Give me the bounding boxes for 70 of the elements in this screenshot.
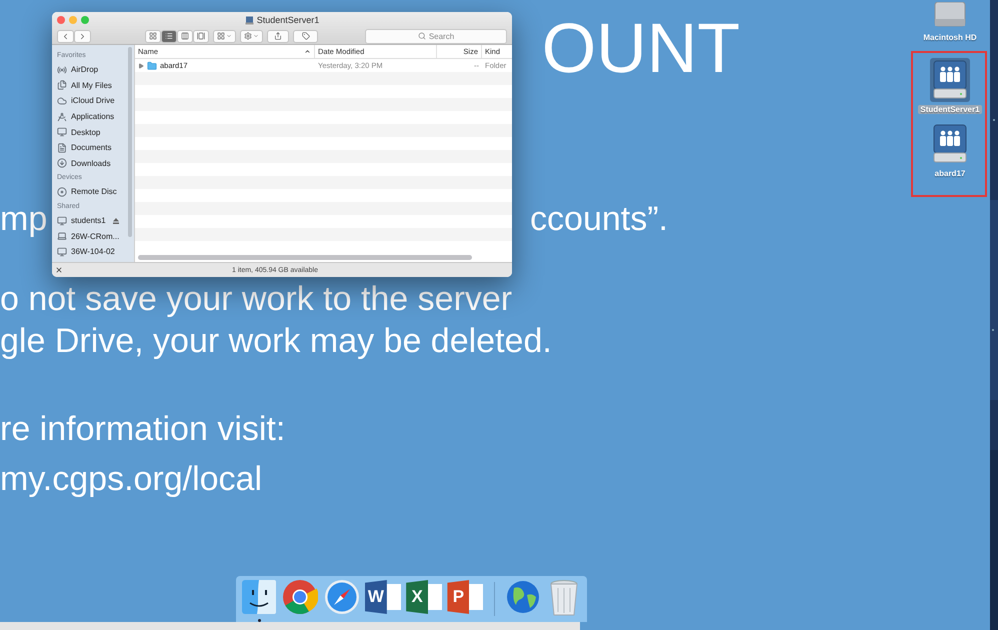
sidebar-item[interactable]: 26W-CRom...: [57, 228, 134, 244]
slide-text: mp: [0, 200, 48, 240]
slide-title: OUNT: [542, 8, 740, 88]
close-icon[interactable]: [55, 266, 63, 274]
folder-icon: [147, 60, 157, 70]
back-button[interactable]: [57, 30, 74, 42]
columns-icon: [181, 32, 189, 40]
sidebar-item[interactable]: iCloud Drive: [57, 93, 134, 109]
server-icon: [244, 16, 254, 24]
eject-icon[interactable]: [112, 218, 119, 224]
share-icon: [274, 32, 282, 40]
smiling-face-icon[interactable]: [241, 579, 278, 615]
color-wheel-icon[interactable]: [282, 579, 318, 615]
sidebar-item[interactable]: Applications: [57, 108, 134, 124]
slide-text: ccounts”.: [530, 200, 668, 240]
network-drive-icon[interactable]: [932, 60, 968, 100]
column-view-button[interactable]: [177, 30, 193, 42]
chevron-right-icon: [78, 32, 87, 40]
search-field[interactable]: Search: [365, 28, 507, 44]
cloud-icon: [57, 96, 67, 106]
slide-text: o not save your work to the server: [0, 280, 512, 320]
sidebar-item[interactable]: Downloads: [57, 156, 134, 172]
download-icon: [57, 158, 67, 168]
sidebar-item[interactable]: Documents: [57, 140, 134, 156]
scrollbar[interactable]: [138, 255, 472, 260]
slide-text: re information visit:: [0, 410, 286, 450]
settings-button[interactable]: [240, 30, 263, 42]
arrange-button[interactable]: [213, 30, 236, 42]
radio-waves-icon: [57, 64, 67, 75]
globe-icon[interactable]: [504, 579, 541, 615]
sidebar-item[interactable]: All My Files: [57, 78, 134, 94]
tag-icon: [302, 32, 310, 40]
share-button[interactable]: [267, 30, 289, 42]
icon-view-button[interactable]: [145, 30, 161, 42]
drafting-compass-icon: [57, 112, 67, 122]
caret-icon: [226, 33, 232, 39]
slide-text: gle Drive, your work may be deleted.: [0, 322, 552, 362]
grid-icon: [149, 32, 157, 40]
sort-caret-icon: [304, 48, 311, 55]
chevron-left-icon: [61, 32, 70, 40]
close-button[interactable]: [57, 16, 65, 24]
monitor-icon: [57, 216, 67, 226]
grid-icon: [217, 32, 225, 40]
settings-icon: [244, 32, 252, 40]
monitor-icon: [57, 246, 67, 257]
compass-icon[interactable]: [324, 579, 360, 615]
sidebar-item[interactable]: 36W-104-02: [57, 244, 134, 260]
caret-icon: [253, 33, 259, 39]
tag-button[interactable]: [293, 30, 318, 42]
disc-icon: [57, 186, 67, 197]
scrollbar[interactable]: [128, 47, 132, 237]
network-drive-icon[interactable]: [932, 124, 968, 164]
running-indicator: [258, 619, 261, 622]
laptop-icon: [57, 231, 67, 242]
slide-text: my.cgps.org/local: [0, 460, 262, 500]
search-icon: [418, 32, 426, 40]
sidebar-item[interactable]: AirDrop: [57, 62, 134, 78]
window-title: StudentServer1: [256, 15, 320, 25]
gallery-icon: [197, 32, 205, 40]
sidebar-item[interactable]: Remote Disc: [57, 184, 134, 200]
list-view-button[interactable]: [161, 30, 177, 42]
gallery-view-button[interactable]: [193, 30, 209, 42]
disclosure-triangle-icon[interactable]: [138, 62, 144, 68]
monitor-icon: [57, 127, 67, 138]
list-icon: [165, 32, 173, 40]
sidebar-item[interactable]: students1: [57, 212, 134, 228]
sidebar-item[interactable]: Desktop: [57, 124, 134, 140]
forward-button[interactable]: [74, 30, 91, 42]
document-icon: [57, 142, 67, 153]
files-icon: [57, 80, 67, 90]
